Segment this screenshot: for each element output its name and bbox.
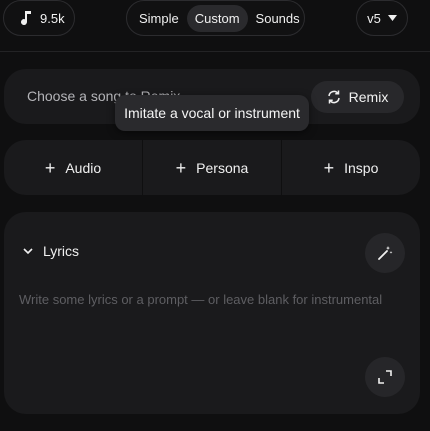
music-note-icon <box>21 11 31 25</box>
version-label: v5 <box>367 10 381 26</box>
remix-tooltip: Imitate a vocal or instrument <box>115 95 309 131</box>
lyrics-title: Lyrics <box>43 243 80 259</box>
remix-button[interactable]: Remix <box>311 81 404 113</box>
add-audio-button[interactable]: + Audio <box>4 140 143 195</box>
add-inspo-button[interactable]: + Inspo <box>282 140 420 195</box>
mode-simple[interactable]: Simple <box>131 5 187 32</box>
plus-icon: + <box>175 157 187 178</box>
mode-sounds[interactable]: Sounds <box>248 5 308 32</box>
lyrics-toggle[interactable]: Lyrics <box>23 243 79 259</box>
magic-wand-icon <box>378 246 393 260</box>
mode-custom[interactable]: Custom <box>186 4 248 32</box>
expand-icon <box>378 370 392 384</box>
generate-lyrics-button[interactable] <box>365 233 405 273</box>
lyrics-input[interactable] <box>19 292 409 307</box>
credits-count: 9.5k <box>40 10 65 26</box>
add-persona-label: Persona <box>196 159 249 176</box>
expand-button[interactable] <box>365 357 405 397</box>
add-inspo-label: Inspo <box>344 159 379 176</box>
chevron-down-icon <box>23 247 33 254</box>
remix-button-label: Remix <box>348 89 389 105</box>
add-persona-button[interactable]: + Persona <box>143 140 282 195</box>
mode-switcher: Simple Custom Sounds <box>126 0 305 36</box>
add-audio-label: Audio <box>65 159 102 176</box>
credits-badge[interactable]: 9.5k <box>3 0 75 36</box>
top-bar: 9.5k Simple Custom Sounds v5 <box>0 0 430 52</box>
add-options-row: + Audio + Persona + Inspo <box>4 140 420 195</box>
chevron-down-icon <box>387 15 397 21</box>
lyrics-panel: Lyrics <box>4 212 420 414</box>
plus-icon: + <box>44 157 56 178</box>
version-selector[interactable]: v5 <box>356 0 408 36</box>
plus-icon: + <box>323 157 335 178</box>
refresh-icon <box>327 90 340 104</box>
